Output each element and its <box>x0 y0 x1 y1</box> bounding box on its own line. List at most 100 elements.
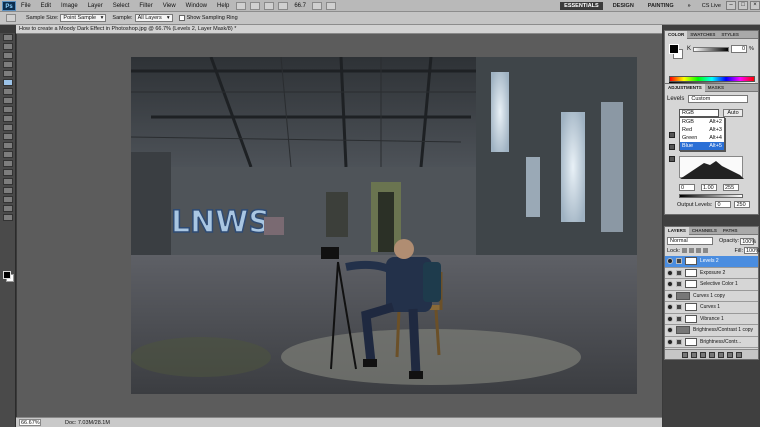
workspace-more-icon[interactable]: » <box>684 2 695 10</box>
channel-option-red[interactable]: Red Alt+3 <box>680 126 724 134</box>
blur-tool-icon[interactable] <box>3 142 13 149</box>
eye-icon[interactable] <box>667 315 673 322</box>
clone-stamp-tool-icon[interactable] <box>3 106 13 113</box>
menu-help[interactable]: Help <box>212 3 234 9</box>
fill-input[interactable]: 100% <box>744 247 760 254</box>
new-group-icon[interactable] <box>717 351 724 358</box>
pen-tool-icon[interactable] <box>3 160 13 167</box>
output-white[interactable]: 250 <box>734 201 751 208</box>
menu-layer[interactable]: Layer <box>83 3 108 9</box>
layer-image-thumbnail[interactable] <box>676 291 690 300</box>
arrange-documents-icon[interactable] <box>312 1 323 10</box>
foreground-color-swatch[interactable] <box>3 271 11 279</box>
menu-edit[interactable]: Edit <box>36 3 56 9</box>
lock-position-icon[interactable] <box>696 248 702 253</box>
lock-image-icon[interactable] <box>689 248 695 253</box>
zoom-level[interactable]: 66.7 <box>290 3 310 9</box>
new-adjustment-icon[interactable] <box>708 351 715 358</box>
menu-view[interactable]: View <box>158 3 181 9</box>
layer-mask-thumbnail[interactable] <box>685 303 697 312</box>
layer-image-thumbnail[interactable] <box>676 326 690 335</box>
shape-tool-icon[interactable] <box>3 187 13 194</box>
brush-tool-icon[interactable] <box>3 97 13 104</box>
zoom-tool-icon[interactable] <box>278 1 289 10</box>
sample-select[interactable]: All Layers ▾ <box>134 14 173 22</box>
layer-mask-thumbnail[interactable] <box>685 280 697 289</box>
eye-icon[interactable] <box>667 281 673 288</box>
new-layer-icon[interactable] <box>726 351 733 358</box>
layer-style-icon[interactable] <box>690 351 697 358</box>
input-white[interactable]: 255 <box>723 184 739 191</box>
eye-icon[interactable] <box>667 269 673 276</box>
lock-all-icon[interactable] <box>703 248 709 253</box>
close-icon[interactable]: × <box>750 1 760 10</box>
tab-masks[interactable]: MASKS <box>705 85 727 90</box>
dodge-tool-icon[interactable] <box>3 151 13 158</box>
sample-size-select[interactable]: Point Sample ▾ <box>60 14 107 22</box>
layer-mask-thumbnail[interactable] <box>685 257 697 266</box>
document-tab[interactable]: How to create a Moody Dark Effect in Pho… <box>16 25 662 34</box>
layer-row[interactable]: Curves 1 copy <box>665 290 758 302</box>
tab-adjustments[interactable]: ADJUSTMENTS <box>665 83 705 92</box>
eye-icon[interactable] <box>667 327 673 334</box>
maximize-icon[interactable]: □ <box>738 1 748 10</box>
crop-tool-icon[interactable] <box>3 70 13 77</box>
layer-mask-thumbnail[interactable] <box>685 337 697 346</box>
layer-row[interactable]: Exposure 2 <box>665 267 758 279</box>
type-tool-icon[interactable] <box>3 169 13 176</box>
eye-icon[interactable] <box>667 292 673 299</box>
channel-select[interactable]: RGB <box>679 109 719 117</box>
eye-icon[interactable] <box>667 258 673 265</box>
menu-window[interactable]: Window <box>181 3 212 9</box>
eyedropper-black-icon[interactable] <box>669 132 675 138</box>
eyedropper-white-icon[interactable] <box>669 156 675 162</box>
menu-select[interactable]: Select <box>108 3 135 9</box>
eyedropper-tool-icon[interactable] <box>6 14 16 22</box>
tab-styles[interactable]: STYLES <box>718 32 742 37</box>
menu-file[interactable]: File <box>16 3 36 9</box>
channel-option-rgb[interactable]: RGB Alt+2 <box>680 118 724 126</box>
gradient-tool-icon[interactable] <box>3 133 13 140</box>
input-black[interactable]: 0 <box>679 184 695 191</box>
blend-mode-select[interactable]: Normal <box>667 237 713 245</box>
opacity-input[interactable]: 100% <box>740 237 756 245</box>
eye-icon[interactable] <box>667 338 673 345</box>
path-select-tool-icon[interactable] <box>3 178 13 185</box>
move-tool-icon[interactable] <box>3 34 13 41</box>
tab-swatches[interactable]: SWATCHES <box>687 32 718 37</box>
layer-mask-thumbnail[interactable] <box>685 268 697 277</box>
history-brush-tool-icon[interactable] <box>3 115 13 122</box>
menu-filter[interactable]: Filter <box>134 3 157 9</box>
layer-row[interactable]: Brightness/Contrast 1 copy <box>665 325 758 337</box>
layer-row[interactable]: Vibrance 1 <box>665 313 758 325</box>
show-sampling-ring-checkbox[interactable] <box>178 15 185 21</box>
lasso-tool-icon[interactable] <box>3 52 13 59</box>
layer-row[interactable]: Selective Color 1 <box>665 279 758 291</box>
hand-tool-icon[interactable] <box>3 205 13 212</box>
bridge-icon[interactable] <box>236 1 247 10</box>
workspace-essentials[interactable]: ESSENTIALS <box>560 1 603 10</box>
link-layers-icon[interactable] <box>681 351 688 358</box>
screen-mode-icon[interactable] <box>326 1 337 10</box>
channel-option-green[interactable]: Green Alt+4 <box>680 134 724 142</box>
output-black[interactable]: 0 <box>715 201 732 208</box>
workspace-painting[interactable]: PAINTING <box>644 2 678 10</box>
tab-color[interactable]: COLOR <box>665 30 688 39</box>
3d-tool-icon[interactable] <box>3 196 13 203</box>
tab-layers[interactable]: LAYERS <box>665 226 689 235</box>
input-gamma[interactable]: 1.00 <box>701 184 717 191</box>
layer-mask-thumbnail[interactable] <box>685 314 697 323</box>
workspace-design[interactable]: DESIGN <box>609 2 638 10</box>
zoom-tool-icon[interactable] <box>3 214 13 221</box>
eyedropper-tool-icon[interactable] <box>3 79 13 86</box>
eraser-tool-icon[interactable] <box>3 124 13 131</box>
minimize-icon[interactable]: – <box>726 1 736 10</box>
tab-channels[interactable]: CHANNELS <box>689 228 720 233</box>
foreground-color-box[interactable] <box>669 44 679 54</box>
tab-paths[interactable]: PATHS <box>720 228 741 233</box>
document-photo[interactable]: LNWS <box>131 57 637 394</box>
k-slider[interactable] <box>693 47 729 52</box>
cs-live-button[interactable]: CS Live <box>699 2 724 10</box>
status-zoom[interactable]: 66.67% <box>19 419 41 426</box>
eyedropper-gray-icon[interactable] <box>669 144 675 150</box>
